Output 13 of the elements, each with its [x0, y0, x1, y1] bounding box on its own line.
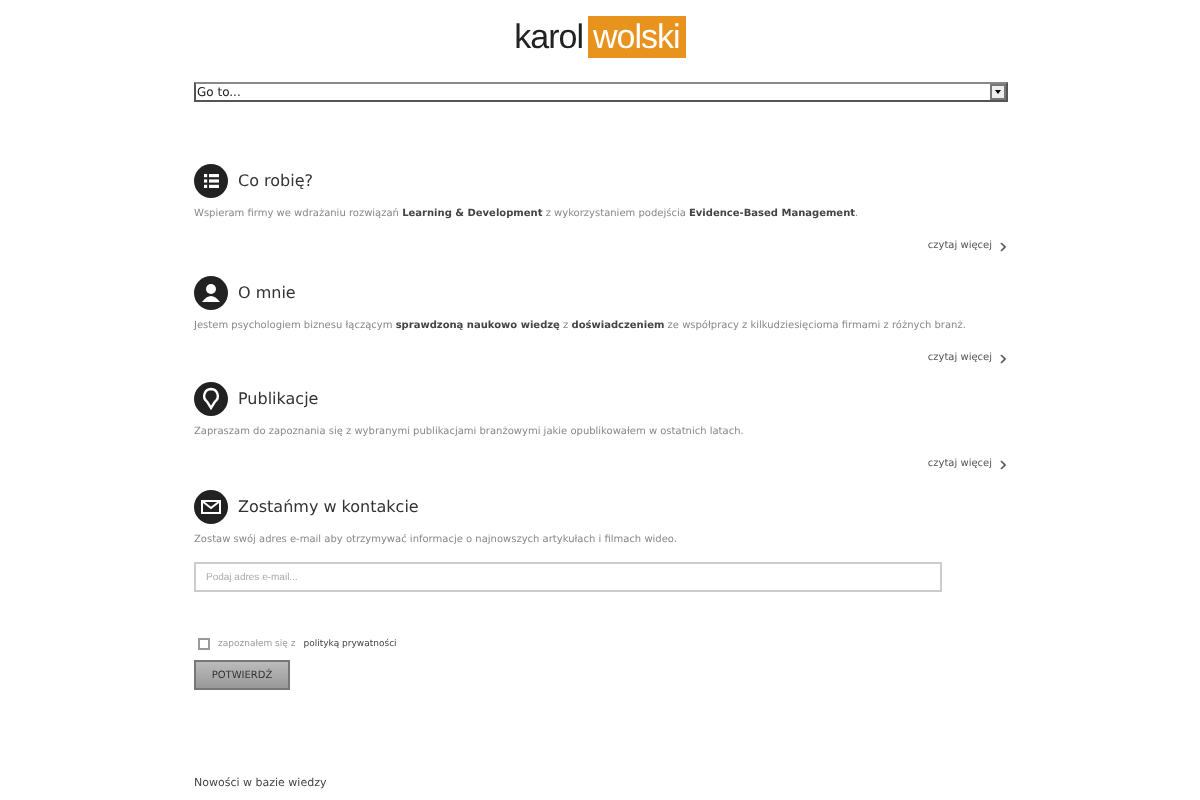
dropdown-arrow-icon [989, 84, 1005, 100]
person-icon [194, 275, 228, 309]
envelope-icon [194, 489, 228, 523]
lightbulb-icon [194, 381, 228, 415]
chevron-icon [1000, 459, 1006, 469]
chevron-icon [1000, 353, 1006, 363]
consent-checkbox[interactable] [198, 638, 210, 650]
chevron-icon [1000, 241, 1006, 251]
section-title: O mnie [238, 283, 296, 301]
section-title: Co robię? [238, 171, 313, 189]
section-title: Zostańmy w kontakcie [238, 497, 419, 515]
section-title: Publikacje [238, 389, 319, 407]
list-icon [194, 163, 228, 197]
